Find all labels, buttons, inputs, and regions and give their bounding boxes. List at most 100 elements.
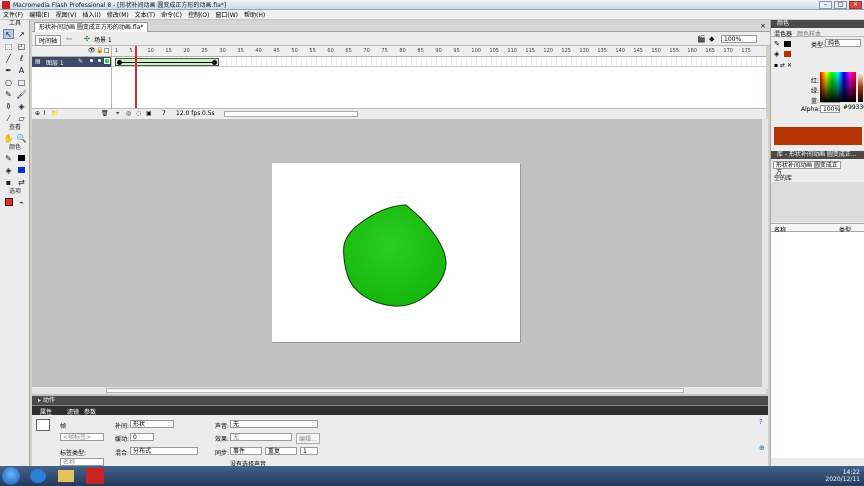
flash-taskbar-icon[interactable] bbox=[86, 468, 104, 484]
library-document-select[interactable]: 形状补间动画 圆变成正方 bbox=[773, 161, 841, 176]
document-tab[interactable]: 形状补间动画 圆变成正方形的动画.fla* bbox=[34, 22, 149, 32]
shape-tween-span[interactable] bbox=[115, 58, 219, 66]
blend-select[interactable]: 分布式 bbox=[130, 447, 198, 455]
menu-control[interactable]: 控制(O) bbox=[185, 10, 212, 19]
smooth-icon[interactable]: ⌁ bbox=[16, 197, 27, 207]
eraser-tool-icon[interactable]: ▱ bbox=[16, 113, 27, 123]
eyedropper-tool-icon[interactable]: ⁄ bbox=[3, 113, 14, 123]
repeat-count-input[interactable]: 1 bbox=[300, 447, 318, 455]
color-panel-header[interactable]: 颜色 bbox=[771, 20, 864, 28]
timeline-toggle-button[interactable]: 时间轴 bbox=[35, 35, 62, 46]
end-keyframe[interactable] bbox=[212, 60, 217, 65]
menu-modify[interactable]: 修改(M) bbox=[104, 10, 132, 19]
close-button[interactable]: × bbox=[849, 1, 862, 9]
effect-select[interactable]: 无 bbox=[230, 433, 292, 441]
menu-edit[interactable]: 编辑(E) bbox=[26, 10, 52, 19]
frame-name-input[interactable]: <帧标签> bbox=[60, 433, 104, 441]
minimize-button[interactable]: – bbox=[819, 1, 832, 9]
gradient-transform-tool-icon[interactable]: ◰ bbox=[16, 41, 27, 51]
library-list[interactable] bbox=[771, 232, 864, 458]
color-type-select[interactable]: 纯色 bbox=[825, 39, 861, 47]
stroke-color-swatch[interactable] bbox=[16, 153, 27, 163]
menu-file[interactable]: 文件(F) bbox=[0, 10, 26, 19]
edit-multiple-frames-icon[interactable]: ▣ bbox=[146, 110, 152, 117]
center-frame-icon[interactable]: ⌖ bbox=[116, 110, 119, 118]
tab-mixer[interactable]: 混色器 bbox=[774, 29, 792, 38]
edit-sound-button[interactable]: 编辑... bbox=[296, 433, 320, 444]
menu-insert[interactable]: 插入(I) bbox=[79, 10, 103, 19]
expand-icon[interactable]: ⊕ bbox=[759, 444, 765, 452]
text-tool-icon[interactable]: A bbox=[16, 65, 27, 75]
actions-panel-bar[interactable]: ▸ 动作 bbox=[32, 396, 768, 405]
pen-tool-icon[interactable]: ✒ bbox=[3, 65, 14, 75]
maximize-button[interactable]: □ bbox=[834, 1, 847, 9]
default-colors-icon[interactable]: ▪ bbox=[3, 177, 14, 187]
edit-symbol-icon[interactable]: ◆ bbox=[709, 35, 714, 43]
add-layer-icon[interactable]: ⊕ bbox=[35, 110, 40, 117]
frame-ruler[interactable]: 1 5 10 15 20 25 30 35 40 45 50 55 60 65 70 75 80 85 90 95 10… bbox=[112, 46, 766, 57]
ie-taskbar-icon[interactable] bbox=[30, 469, 46, 483]
paint-bucket-tool-icon[interactable]: ◈ bbox=[16, 101, 27, 111]
tab-properties[interactable]: 属性 bbox=[40, 407, 52, 416]
explorer-taskbar-icon[interactable] bbox=[58, 470, 74, 482]
label-type-select[interactable]: 名称 bbox=[60, 458, 104, 466]
snap-to-objects-icon[interactable] bbox=[3, 197, 14, 207]
visibility-dot[interactable] bbox=[90, 59, 93, 62]
outline-all-icon[interactable]: □ bbox=[104, 47, 110, 54]
selection-tool-icon[interactable]: ↖ bbox=[3, 29, 14, 39]
rectangle-tool-icon[interactable]: □ bbox=[16, 77, 27, 87]
oval-tool-icon[interactable]: ○ bbox=[3, 77, 14, 87]
stage-canvas[interactable] bbox=[272, 163, 520, 342]
onion-skin-icon[interactable]: ◎ bbox=[126, 110, 131, 117]
stage-hscroll-thumb[interactable] bbox=[106, 388, 684, 393]
menu-help[interactable]: 帮助(H) bbox=[241, 10, 268, 19]
menu-window[interactable]: 窗口(W) bbox=[212, 10, 241, 19]
library-panel-header[interactable]: 库 - 形状补间动画 圆变成正... bbox=[771, 151, 864, 159]
tab-filters[interactable]: 滤镜 bbox=[67, 407, 79, 416]
delete-layer-icon[interactable]: 🗑 bbox=[101, 110, 109, 117]
add-folder-icon[interactable]: 📁 bbox=[51, 110, 58, 117]
tween-select[interactable]: 形状 bbox=[130, 420, 174, 428]
ink-bottle-tool-icon[interactable]: ⚱ bbox=[3, 101, 14, 111]
brightness-slider[interactable] bbox=[858, 72, 863, 102]
stroke-swatch[interactable] bbox=[784, 41, 791, 47]
timeline-hscroll[interactable] bbox=[224, 111, 358, 117]
start-button[interactable] bbox=[2, 467, 20, 485]
lasso-tool-icon[interactable]: ℓ bbox=[16, 53, 27, 63]
edit-scene-icon[interactable]: 🎬 bbox=[697, 35, 706, 43]
onion-outline-icon[interactable]: ◌ bbox=[136, 110, 141, 117]
sync-select[interactable]: 事件 bbox=[230, 447, 262, 455]
help-icon[interactable]: ? bbox=[759, 418, 763, 426]
pencil-tool-icon[interactable]: ✎ bbox=[3, 89, 14, 99]
sound-select[interactable]: 无 bbox=[230, 420, 318, 428]
stage-hscroll[interactable] bbox=[32, 386, 766, 394]
back-arrow-icon[interactable]: ⇦ bbox=[66, 35, 72, 43]
show-hide-all-icon[interactable]: 👁 bbox=[88, 47, 96, 54]
fill-color-icon[interactable]: ◈ bbox=[3, 165, 14, 175]
fill-swatch[interactable] bbox=[784, 51, 791, 57]
zoom-select[interactable]: 100% bbox=[721, 35, 757, 43]
line-tool-icon[interactable]: ╱ bbox=[3, 53, 14, 63]
free-transform-tool-icon[interactable]: ⬚ bbox=[3, 41, 14, 51]
brush-tool-icon[interactable]: 🖌 bbox=[16, 89, 27, 99]
mixer-small-icons[interactable]: ▪ ⇄ ✕ bbox=[774, 62, 792, 69]
tab-parameters[interactable]: 参数 bbox=[84, 407, 96, 416]
swap-colors-icon[interactable]: ⇄ bbox=[16, 177, 27, 187]
hand-tool-icon[interactable]: ✋ bbox=[3, 133, 14, 143]
color-spectrum[interactable] bbox=[820, 72, 856, 102]
ease-input[interactable]: 0 bbox=[130, 433, 154, 441]
menu-commands[interactable]: 命令(C) bbox=[158, 10, 185, 19]
outline-color-box[interactable] bbox=[104, 58, 110, 64]
repeat-select[interactable]: 重复 bbox=[265, 447, 297, 455]
fill-color-swatch[interactable] bbox=[16, 165, 27, 175]
playhead[interactable] bbox=[135, 46, 137, 108]
subselection-tool-icon[interactable]: ↗ bbox=[16, 29, 27, 39]
stage-vscroll[interactable] bbox=[762, 119, 768, 389]
layer-row[interactable]: ▤ 图层 1 ✎ bbox=[32, 57, 111, 67]
system-tray[interactable]: 14:22 2020/12/11 bbox=[825, 469, 860, 483]
lock-dot[interactable] bbox=[98, 59, 101, 62]
alpha-input[interactable]: 100% bbox=[820, 105, 840, 113]
zoom-tool-icon[interactable]: 🔍 bbox=[16, 133, 27, 143]
tab-swatches[interactable]: 颜色样本 bbox=[797, 29, 821, 38]
close-doc-icon[interactable]: × bbox=[760, 22, 766, 30]
